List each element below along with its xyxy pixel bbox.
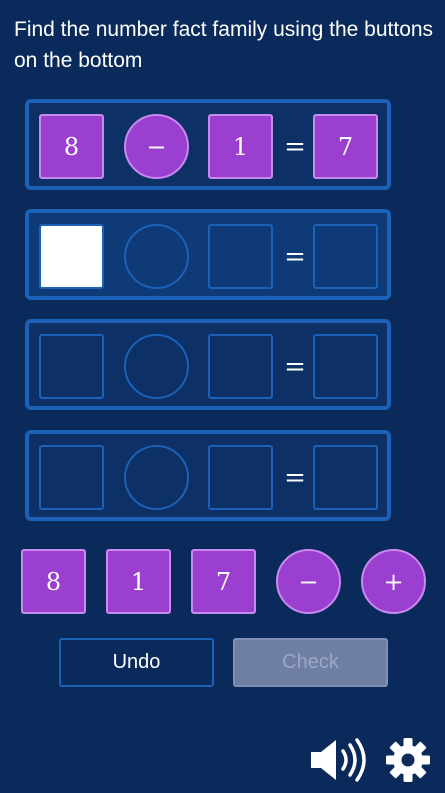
gear-icon[interactable] (385, 737, 431, 783)
equation-2-operand-a[interactable] (39, 224, 104, 289)
equals-sign: = (284, 131, 306, 162)
tile-number-1[interactable]: 1 (106, 549, 171, 614)
tile-plus[interactable]: + (361, 549, 426, 614)
undo-button[interactable]: Undo (59, 638, 214, 687)
equals-sign: = (284, 462, 306, 493)
equation-row-3: = (25, 319, 391, 410)
equals-sign: = (284, 351, 306, 382)
tile-number-8[interactable]: 8 (21, 549, 86, 614)
equals-sign: = (284, 241, 306, 272)
equation-row-2: = (25, 209, 391, 300)
equation-3-operand-a[interactable] (39, 334, 104, 399)
speaker-icon[interactable] (309, 737, 373, 783)
equation-row-1: 8 − 1 = 7 (25, 99, 391, 190)
equation-1-result[interactable]: 7 (313, 114, 378, 179)
equation-3-operator[interactable] (124, 334, 189, 399)
equation-row-4: = (25, 430, 391, 521)
instructions-text: Find the number fact family using the bu… (14, 18, 434, 72)
equation-4-operator[interactable] (124, 445, 189, 510)
equation-4-operand-a[interactable] (39, 445, 104, 510)
equation-1-operand-a[interactable]: 8 (39, 114, 104, 179)
equation-2-operator[interactable] (124, 224, 189, 289)
equation-1-operand-b[interactable]: 1 (208, 114, 273, 179)
equation-3-operand-b[interactable] (208, 334, 273, 399)
equation-3-result[interactable] (313, 334, 378, 399)
equation-4-result[interactable] (313, 445, 378, 510)
tile-minus[interactable]: − (276, 549, 341, 614)
equation-2-result[interactable] (313, 224, 378, 289)
equation-2-operand-b[interactable] (208, 224, 273, 289)
equation-1-operator[interactable]: − (124, 114, 189, 179)
tile-number-7[interactable]: 7 (191, 549, 256, 614)
equation-4-operand-b[interactable] (208, 445, 273, 510)
check-button[interactable]: Check (233, 638, 388, 687)
